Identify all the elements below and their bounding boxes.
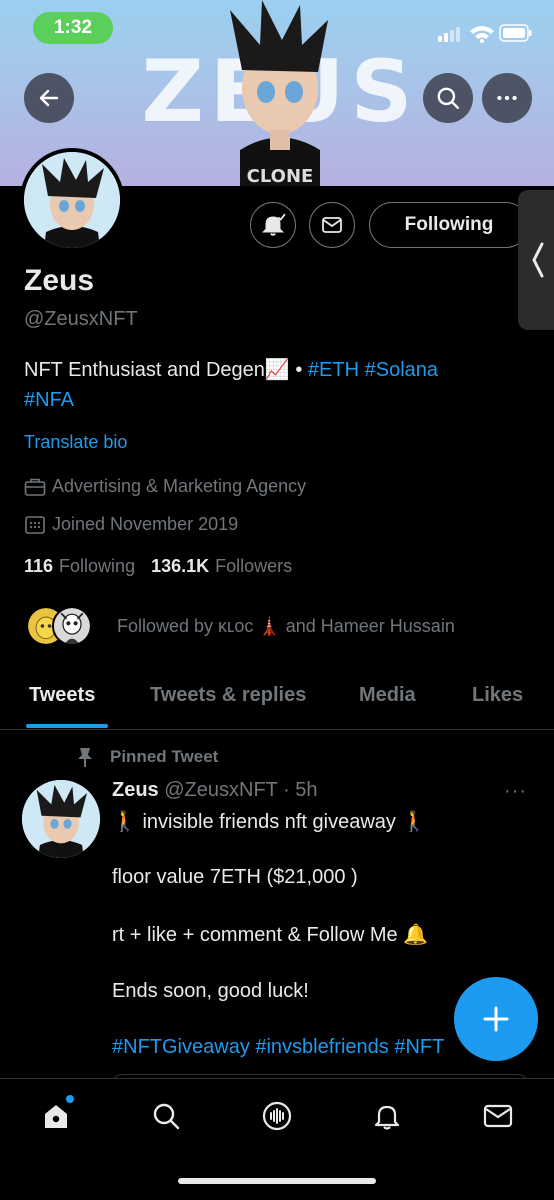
home-icon <box>45 1105 67 1128</box>
category-text: Advertising & Marketing Agency <box>52 476 307 496</box>
bell-icon <box>374 1105 400 1130</box>
bio-emoji: 📈 <box>264 359 290 381</box>
search-icon <box>153 1103 180 1130</box>
tweet-header: Zeus @ZeusxNFT · 5h <box>112 779 318 802</box>
arrow-left-icon <box>39 89 59 107</box>
following-count: 116 <box>24 556 54 576</box>
following-count-label: Following <box>59 556 136 576</box>
more-button[interactable] <box>482 73 532 123</box>
status-time: 1:32 <box>33 12 113 44</box>
follower-avatar-2 <box>52 606 92 646</box>
follow-counts: 116 Following 136.1K Followers <box>24 556 308 577</box>
banner-shirt-text: CLONE <box>247 166 314 186</box>
tab-media[interactable]: Media <box>359 684 416 707</box>
banner-character-image: CLONE <box>230 0 328 186</box>
active-tab-indicator <box>26 724 108 728</box>
search-button[interactable] <box>423 73 473 123</box>
following-button[interactable]: Following <box>369 202 529 248</box>
envelope-icon <box>483 1104 513 1128</box>
home-indicator[interactable] <box>178 1178 376 1184</box>
profile-tabs: Tweets Tweets & replies Media Likes <box>0 672 554 730</box>
avatar-image <box>24 152 120 248</box>
followers-count-link[interactable]: 136.1K Followers <box>151 556 292 577</box>
tweet-line-2: floor value 7ETH ($21,000 ) <box>112 866 358 888</box>
tweet-avatar-image <box>22 780 100 858</box>
bio-text: NFT Enthusiast and Degen <box>24 359 265 381</box>
followed-by-text[interactable]: Followed by ᴋʟᴏᴄ 🗼 and Hameer Hussain <box>117 616 455 637</box>
back-button[interactable] <box>24 73 74 123</box>
briefcase-icon <box>24 478 46 496</box>
followers-count: 136.1K <box>151 556 210 576</box>
profile-category: Advertising & Marketing Agency <box>24 476 306 497</box>
profile-name: Zeus <box>24 264 95 297</box>
nav-spaces[interactable] <box>251 1093 303 1139</box>
nav-messages[interactable] <box>472 1093 524 1139</box>
followers-count-label: Followers <box>215 556 293 576</box>
tab-likes[interactable]: Likes <box>472 684 523 707</box>
translate-bio-link[interactable]: Translate bio <box>24 432 127 453</box>
followed-by-avatars[interactable] <box>26 606 92 646</box>
tweet-more-button[interactable]: ··· <box>504 780 527 803</box>
status-icons <box>438 24 532 43</box>
calendar-icon <box>25 515 45 534</box>
pinned-tweet-label: Pinned Tweet <box>76 746 218 768</box>
tab-tweets[interactable]: Tweets <box>29 684 95 707</box>
hashtag-eth[interactable]: #ETH <box>308 359 359 381</box>
bell-icon <box>261 213 286 236</box>
tweet-line-4: Ends soon, good luck! <box>112 980 309 1002</box>
tweet-line-3: rt + like + comment & Follow Me 🔔 <box>112 924 429 946</box>
nav-search[interactable] <box>140 1093 192 1139</box>
compose-tweet-button[interactable] <box>454 977 538 1061</box>
profile-avatar[interactable] <box>20 148 124 252</box>
joined-text: Joined November 2019 <box>52 514 239 534</box>
hashtag-solana[interactable]: #Solana <box>365 359 438 381</box>
search-icon <box>437 87 459 109</box>
nav-home[interactable] <box>30 1093 82 1139</box>
tweet-handle-time: @ZeusxNFT · 5h <box>164 779 318 801</box>
tweet-author-name[interactable]: Zeus <box>112 779 159 801</box>
pin-icon <box>78 748 92 767</box>
spaces-icon <box>262 1101 292 1131</box>
plus-icon <box>483 1006 509 1032</box>
more-icon <box>497 95 517 101</box>
following-count-link[interactable]: 116 Following <box>24 556 135 577</box>
bio-separator: • <box>289 359 308 381</box>
envelope-icon <box>322 217 342 233</box>
chevron-left-icon <box>532 242 544 278</box>
message-button[interactable] <box>309 202 355 248</box>
tweet-line-1: 🚶 invisible friends nft giveaway 🚶 <box>112 811 427 833</box>
tweet-author-avatar[interactable] <box>22 780 100 858</box>
profile-bio: NFT Enthusiast and Degen📈 • #ETH #Solana… <box>24 355 524 415</box>
profile-joined: Joined November 2019 <box>24 514 238 535</box>
side-panel-handle[interactable] <box>518 190 554 330</box>
pinned-text: Pinned Tweet <box>110 747 219 766</box>
notifications-button[interactable] <box>250 202 296 248</box>
home-notification-dot <box>66 1095 74 1103</box>
hashtag-nfa[interactable]: #NFA <box>24 389 74 411</box>
profile-handle: @ZeusxNFT <box>24 308 138 330</box>
nav-notifications[interactable] <box>361 1093 413 1139</box>
tab-tweets-replies[interactable]: Tweets & replies <box>150 684 306 707</box>
